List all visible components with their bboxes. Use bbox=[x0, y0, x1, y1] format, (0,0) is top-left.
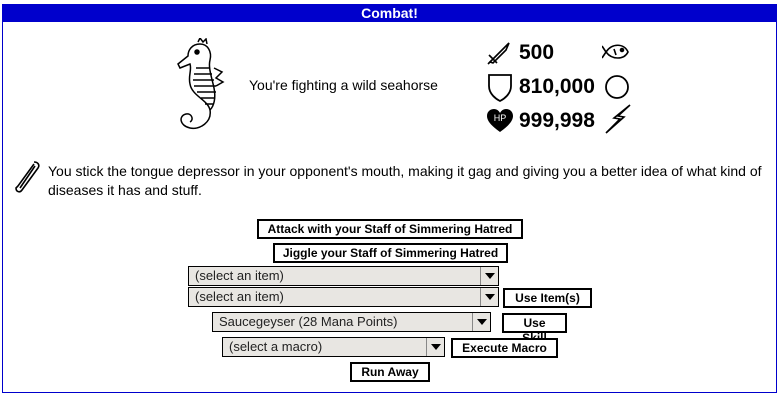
macro-select-value: (select a macro) bbox=[229, 339, 323, 354]
hp-value: 999,998 bbox=[519, 109, 595, 132]
macro-select[interactable]: (select a macro) bbox=[222, 337, 445, 357]
use-skill-button[interactable]: Use Skill bbox=[502, 313, 567, 345]
jiggle-button[interactable]: Jiggle your Staff of Simmering Hatred bbox=[273, 243, 508, 263]
item-select-1-value: (select an item) bbox=[195, 268, 284, 283]
item-select-2-value: (select an item) bbox=[195, 289, 284, 304]
shield-icon bbox=[488, 74, 512, 102]
chevron-down-icon bbox=[472, 313, 490, 331]
seahorse-icon bbox=[177, 38, 225, 130]
skill-select-value: Saucegeyser (28 Mana Points) bbox=[219, 314, 398, 329]
chevron-down-icon bbox=[426, 338, 444, 356]
attack-button[interactable]: Attack with your Staff of Simmering Hatr… bbox=[257, 219, 523, 239]
attack-value: 500 bbox=[519, 41, 555, 64]
combat-message: You stick the tongue depressor in your o… bbox=[48, 163, 762, 198]
chevron-down-icon bbox=[480, 267, 498, 285]
fish-icon bbox=[602, 44, 629, 59]
skill-select[interactable]: Saucegeyser (28 Mana Points) bbox=[212, 312, 491, 332]
hp-label: HP bbox=[494, 113, 507, 123]
chevron-down-icon bbox=[480, 288, 498, 306]
sword-icon bbox=[487, 42, 510, 65]
lightning-bolt-icon bbox=[605, 104, 631, 134]
item-select-2[interactable]: (select an item) bbox=[188, 287, 499, 307]
tongue-depressor-icon bbox=[15, 161, 40, 193]
run-away-button[interactable]: Run Away bbox=[350, 362, 430, 382]
heart-hp-icon: HP bbox=[487, 109, 513, 132]
use-items-button[interactable]: Use Item(s) bbox=[503, 288, 592, 308]
execute-macro-button[interactable]: Execute Macro bbox=[451, 338, 558, 358]
item-select-1[interactable]: (select an item) bbox=[188, 266, 499, 286]
panel-title: Combat! bbox=[3, 5, 776, 22]
monster-description: You're fighting a wild seahorse bbox=[249, 77, 438, 93]
circle-icon bbox=[605, 75, 629, 99]
defense-value: 810,000 bbox=[519, 75, 595, 98]
